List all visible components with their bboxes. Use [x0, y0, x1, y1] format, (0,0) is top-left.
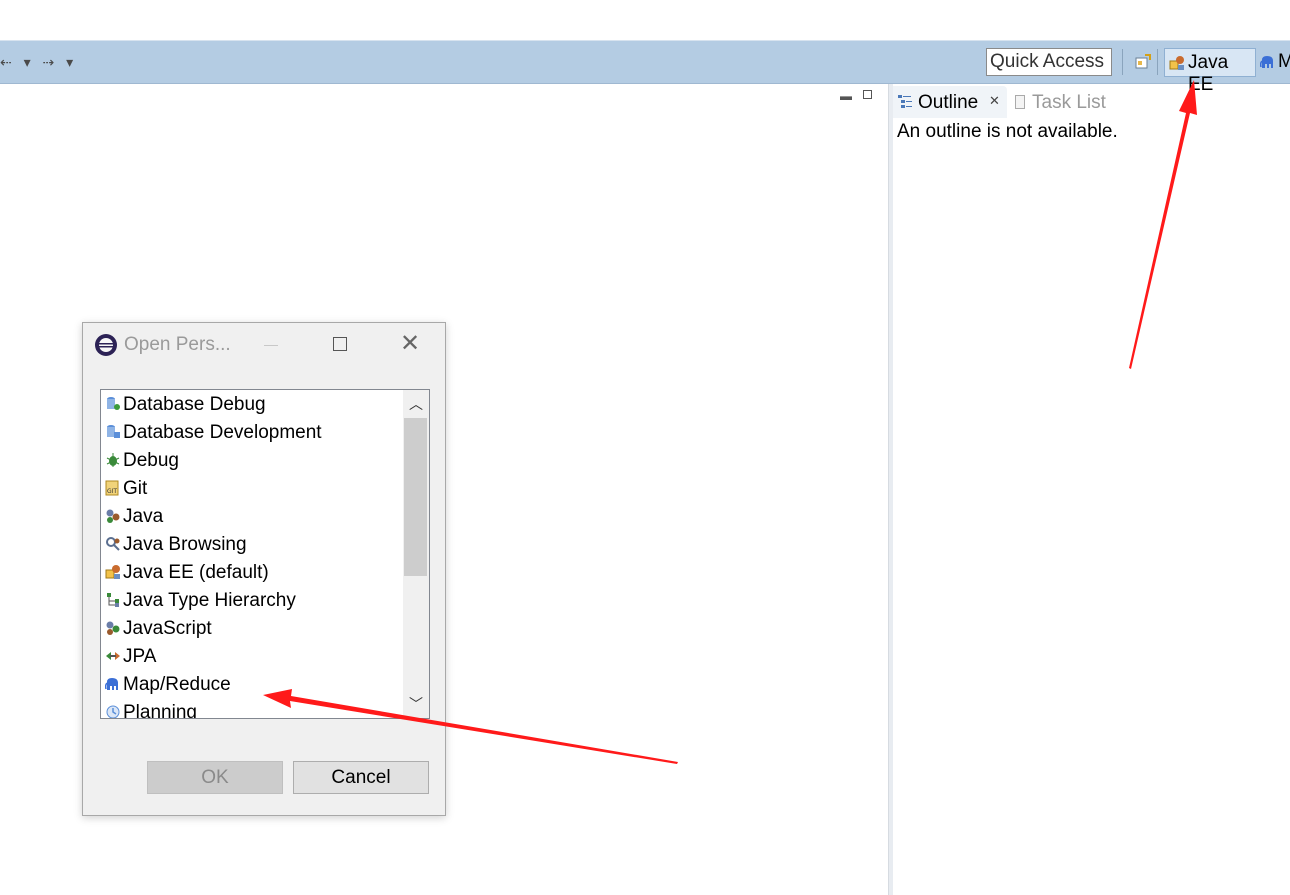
list-item[interactable]: GIT Git	[105, 475, 147, 503]
list-item-label: Database Development	[123, 422, 322, 443]
outline-empty-message: An outline is not available.	[897, 121, 1118, 142]
list-item[interactable]: Database Development	[105, 419, 322, 447]
list-item[interactable]: Planning	[105, 699, 197, 719]
list-item[interactable]: Java Browsing	[105, 531, 247, 559]
java-ee-perspective-icon	[1169, 56, 1184, 70]
back-arrow-icon[interactable]: ⇠	[0, 54, 14, 71]
jpa-icon	[106, 652, 120, 660]
open-perspective-icon[interactable]	[1135, 54, 1151, 70]
ok-button[interactable]: OK	[147, 761, 283, 794]
list-item[interactable]: JavaScript	[105, 615, 212, 643]
list-item-label: Debug	[123, 450, 179, 471]
forward-arrow-icon[interactable]: ⇢	[43, 54, 57, 71]
list-item[interactable]: Debug	[105, 447, 179, 475]
list-item-label: Git	[123, 478, 148, 499]
list-item[interactable]: Java Type Hierarchy	[105, 587, 296, 615]
map-reduce-elephant-icon	[105, 678, 118, 690]
list-item-label: Java Type Hierarchy	[123, 590, 296, 611]
cancel-button[interactable]: Cancel	[293, 761, 429, 794]
dialog-minimize-button[interactable]	[264, 345, 278, 346]
navigation-controls: ⇠ ▾ ⇢ ▾	[0, 54, 79, 71]
list-item-label: JavaScript	[123, 618, 212, 639]
list-item[interactable]: Java	[105, 503, 163, 531]
list-item-label: JPA	[123, 646, 157, 667]
dialog-title: Open Pers...	[124, 334, 231, 355]
database-debug-icon	[107, 397, 120, 410]
dialog-close-button[interactable]: ✕	[400, 332, 420, 356]
svg-text:GIT: GIT	[107, 488, 117, 495]
list-item-label: Map/Reduce	[123, 674, 231, 695]
quick-access-input[interactable]: Quick Access	[986, 48, 1112, 76]
scroll-up-icon[interactable]: ︿	[403, 390, 429, 418]
planning-icon	[106, 705, 120, 718]
perspective-java-ee-button[interactable]: Java EE	[1164, 48, 1256, 95]
editor-maximize-button[interactable]	[863, 90, 872, 99]
annotation-arrow-java-ee	[1129, 80, 1197, 369]
open-perspective-dialog: Open Pers... ✕ Database Debug Database D…	[82, 322, 446, 816]
tab-outline-label: Outline	[918, 92, 979, 113]
list-item-label: Java	[123, 506, 164, 527]
task-list-icon	[1015, 95, 1025, 109]
type-hierarchy-icon	[107, 593, 119, 607]
list-item[interactable]: JPA	[105, 643, 156, 671]
dialog-maximize-button[interactable]	[333, 337, 347, 351]
main-toolbar: ⇠ ▾ ⇢ ▾ Quick Access Java EE M	[0, 40, 1290, 95]
list-item[interactable]: Map/Reduce	[105, 671, 231, 699]
database-development-icon	[107, 425, 120, 438]
close-icon[interactable]: ✕	[989, 93, 1000, 109]
java-browsing-icon	[106, 537, 120, 551]
list-item-label: Java EE (default)	[123, 562, 269, 583]
git-icon: GIT	[105, 480, 119, 496]
editor-minimize-button[interactable]: ▬	[840, 89, 852, 103]
perspective-java-ee-label: Java EE	[1188, 52, 1229, 95]
list-scrollbar[interactable]: ︿ ﹀	[403, 390, 429, 718]
forward-dropdown-icon[interactable]: ▾	[66, 54, 75, 71]
tab-task-list[interactable]: Task List	[1013, 86, 1133, 118]
list-item[interactable]: Database Debug	[105, 391, 266, 419]
javascript-icon	[106, 621, 120, 635]
view-sash[interactable]	[888, 84, 893, 895]
list-item-label: Planning	[123, 702, 197, 719]
debug-bug-icon	[106, 453, 120, 467]
toolbar-separator	[1122, 49, 1123, 75]
perspective-map-reduce-button[interactable]: M	[1260, 48, 1290, 77]
outline-icon	[898, 95, 912, 108]
window-top-area	[0, 0, 1290, 40]
tab-task-list-label: Task List	[1032, 92, 1106, 113]
perspective-list[interactable]: Database Debug Database Development Debu…	[100, 389, 430, 719]
list-item[interactable]: Java EE (default)	[105, 559, 269, 587]
tab-outline[interactable]: Outline ✕	[893, 86, 1007, 118]
java-ee-icon	[105, 565, 120, 579]
scroll-down-icon[interactable]: ﹀	[403, 690, 429, 718]
list-item-label: Database Debug	[123, 394, 266, 415]
eclipse-icon	[95, 334, 117, 356]
toolbar-separator	[1157, 49, 1158, 75]
java-icon	[106, 509, 120, 523]
list-item-label: Java Browsing	[123, 534, 247, 555]
scroll-thumb[interactable]	[404, 418, 427, 576]
perspective-map-reduce-label: M	[1278, 51, 1290, 72]
back-dropdown-icon[interactable]: ▾	[24, 54, 33, 71]
map-reduce-elephant-icon	[1260, 56, 1273, 68]
